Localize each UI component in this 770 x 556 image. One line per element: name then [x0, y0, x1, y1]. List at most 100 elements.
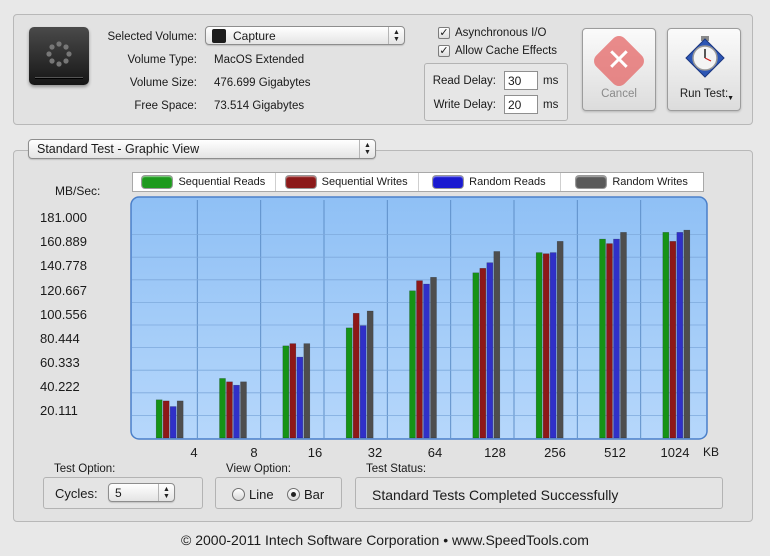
bar-sequential-writes-4 — [162, 400, 170, 439]
read-delay-input[interactable]: 30 — [504, 71, 538, 90]
legend-item-sequential-writes: Sequential Writes — [276, 173, 419, 191]
hard-drive-icon — [29, 27, 89, 85]
copyright-footer: © 2000-2011 Intech Software Corporation … — [181, 532, 589, 548]
cycles-select-value: 5 — [115, 486, 122, 500]
y-tick-label: 140.778 — [40, 258, 87, 273]
free-space-label: Free Space: — [134, 100, 197, 112]
y-axis-label: MB/Sec: — [55, 184, 101, 198]
x-tick-label: 128 — [484, 445, 506, 460]
bar-random-writes-1024 — [683, 229, 691, 439]
x-tick-label: 64 — [427, 445, 443, 460]
stop-x-icon: ✕ — [606, 44, 632, 77]
bar-radio-label: Bar — [304, 487, 325, 502]
bar-random-reads-4 — [169, 406, 177, 439]
bar-sequential-reads-1024 — [662, 232, 670, 439]
bar-sequential-reads-256 — [535, 252, 543, 439]
cache-effects-checkbox[interactable]: ✓ — [438, 45, 450, 57]
bar-sequential-writes-128 — [479, 268, 487, 439]
run-test-button[interactable]: Run Test: ▼ — [667, 28, 741, 111]
bar-random-writes-16 — [303, 343, 311, 439]
y-tick-label: 120.667 — [40, 283, 87, 298]
selected-volume-label: Selected Volume: — [107, 31, 197, 43]
x-axis-unit: KB — [703, 445, 720, 459]
test-view-select-value: Standard Test - Graphic View — [37, 142, 200, 156]
bar-sequential-writes-256 — [542, 253, 550, 439]
bar-sequential-reads-16 — [282, 345, 290, 439]
cancel-button-label: Cancel — [601, 88, 637, 100]
bar-sequential-writes-64 — [416, 280, 423, 439]
x-tick-label: 8 — [250, 445, 258, 460]
bar-random-reads-1024 — [676, 232, 684, 439]
legend-swatch — [142, 176, 173, 188]
x-tick-label: 16 — [307, 445, 323, 460]
bar-sequential-reads-64 — [409, 290, 416, 439]
bar-random-writes-512 — [620, 232, 627, 439]
bar-radio-row[interactable]: Bar — [287, 487, 324, 502]
bar-sequential-writes-32 — [352, 313, 360, 439]
bar-random-writes-64 — [430, 277, 437, 439]
bar-sequential-reads-512 — [599, 238, 606, 439]
legend-swatch — [576, 176, 607, 188]
bar-random-reads-128 — [486, 262, 494, 439]
cycles-select[interactable]: 5 ▲ ▼ — [108, 483, 175, 502]
test-view-select[interactable]: Standard Test - Graphic View ▲ ▼ — [28, 139, 376, 159]
stopwatch-icon — [685, 36, 725, 78]
volume-size-value: 476.699 Gigabytes — [214, 77, 311, 89]
free-space-value: 73.514 Gigabytes — [214, 100, 305, 112]
line-radio[interactable] — [232, 488, 245, 501]
bar-random-reads-256 — [549, 252, 557, 439]
legend-item-random-writes: Random Writes — [561, 173, 703, 191]
y-tick-label: 20.111 — [40, 403, 78, 418]
legend-label: Random Reads — [469, 176, 546, 188]
y-tick-label: 60.333 — [40, 355, 80, 370]
y-tick-label: 100.556 — [40, 307, 87, 322]
legend-item-random-reads: Random Reads — [419, 173, 562, 191]
test-option-label: Test Option: — [54, 463, 116, 475]
bar-random-writes-32 — [366, 310, 374, 439]
read-delay-unit: ms — [543, 75, 559, 87]
line-radio-row[interactable]: Line — [232, 487, 274, 502]
updown-arrows-icon: ▲ ▼ — [388, 27, 404, 44]
cancel-button[interactable]: ✕ Cancel — [582, 28, 656, 111]
x-tick-label: 32 — [367, 445, 383, 460]
write-delay-unit: ms — [543, 99, 559, 111]
write-delay-input[interactable]: 20 — [504, 95, 538, 114]
async-io-checkbox[interactable]: ✓ — [438, 27, 450, 39]
cache-effects-label: Allow Cache Effects — [455, 45, 558, 57]
line-radio-label: Line — [249, 487, 274, 502]
updown-arrows-icon: ▲ ▼ — [158, 484, 174, 501]
y-tick-label: 160.889 — [40, 234, 87, 249]
test-status-label: Test Status: — [366, 463, 427, 475]
legend-label: Sequential Writes — [321, 176, 408, 188]
bar-sequential-reads-4 — [155, 399, 163, 439]
bar-sequential-reads-8 — [219, 378, 226, 439]
x-tick-label: 4 — [190, 445, 198, 460]
bar-random-reads-16 — [296, 356, 304, 439]
legend-label: Random Writes — [612, 176, 688, 188]
chart-legend: Sequential Reads Sequential Writes Rando… — [132, 172, 704, 192]
drive-slot — [35, 77, 83, 79]
volume-type-value: MacOS Extended — [214, 54, 305, 66]
updown-arrows-icon: ▲ ▼ — [359, 140, 375, 158]
write-delay-label: Write Delay: — [433, 99, 496, 111]
bar-chart — [130, 196, 708, 440]
legend-swatch — [433, 176, 464, 188]
async-io-checkbox-row[interactable]: ✓ Asynchronous I/O — [438, 27, 546, 39]
volume-size-label: Volume Size: — [129, 77, 197, 89]
bar-sequential-reads-128 — [472, 272, 480, 439]
bar-random-reads-64 — [423, 283, 430, 439]
read-delay-label: Read Delay: — [432, 75, 496, 87]
dropdown-triangle-icon: ▼ — [727, 95, 734, 102]
bar-random-reads-32 — [359, 325, 367, 439]
bar-random-writes-256 — [556, 241, 564, 439]
x-tick-label: 512 — [604, 445, 626, 460]
bar-radio[interactable] — [287, 488, 300, 501]
volume-select[interactable]: Capture ▲ ▼ — [205, 26, 405, 45]
y-tick-label: 40.222 — [40, 379, 80, 394]
cache-effects-checkbox-row[interactable]: ✓ Allow Cache Effects — [438, 45, 557, 57]
bar-sequential-writes-16 — [289, 343, 297, 439]
x-tick-label: 1024 — [660, 445, 690, 460]
y-tick-label: 181.000 — [40, 210, 87, 225]
async-io-label: Asynchronous I/O — [455, 27, 547, 39]
delay-group — [424, 63, 568, 121]
